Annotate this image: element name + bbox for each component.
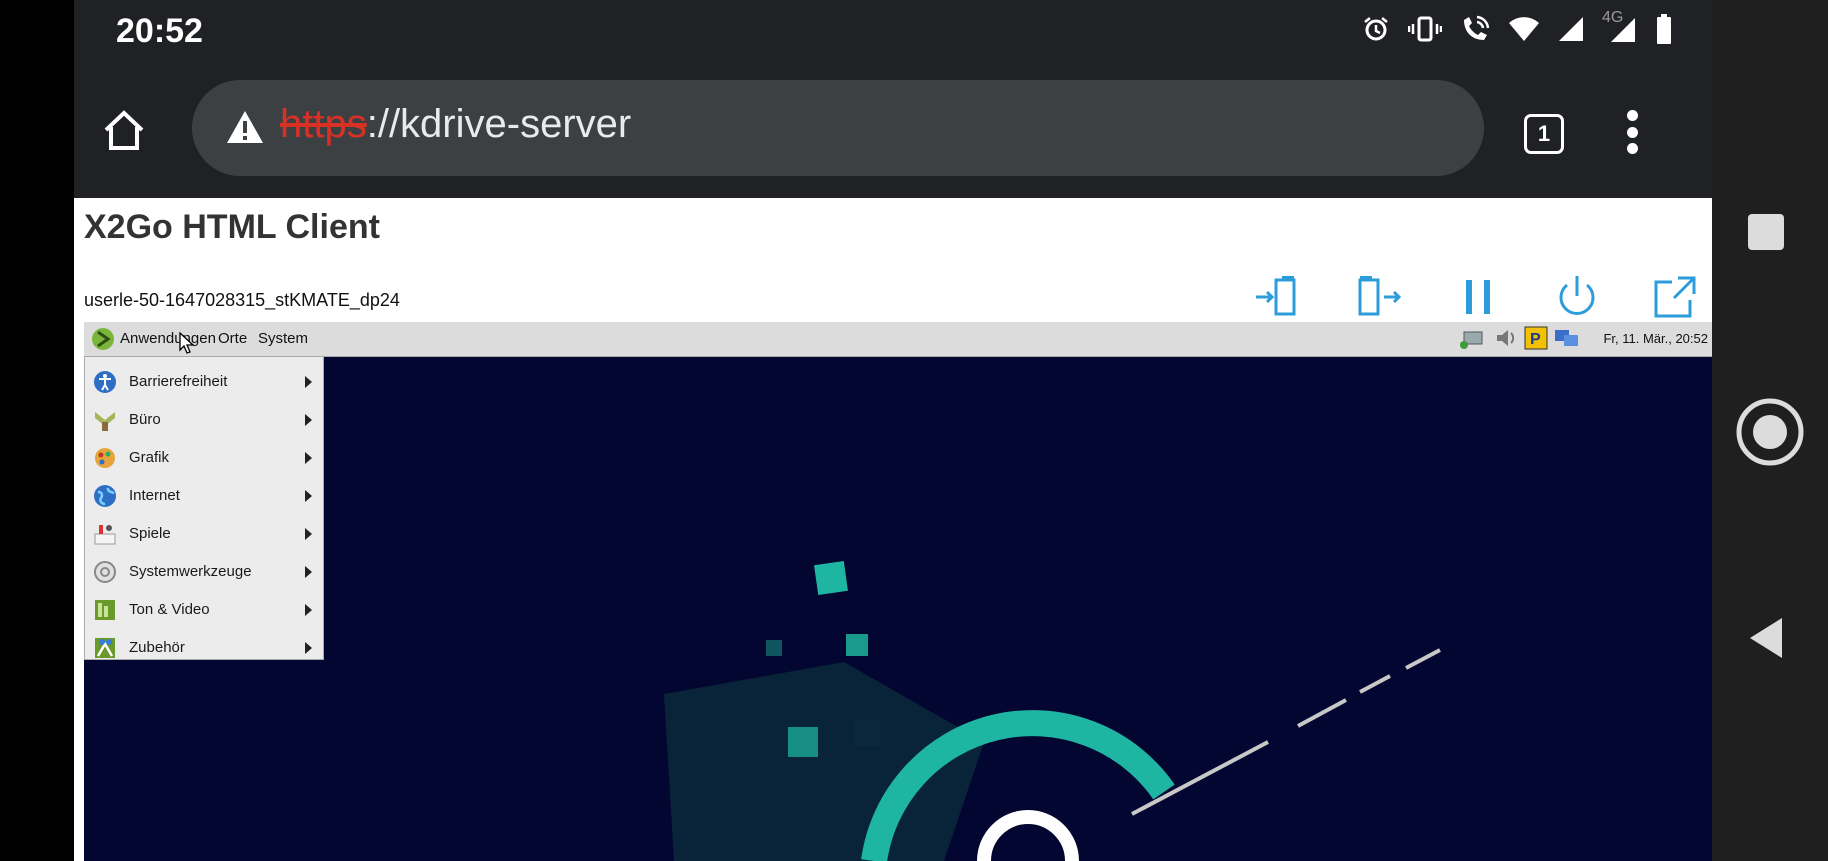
left-black-edge [0, 0, 74, 861]
office-icon [95, 412, 115, 431]
import-icon[interactable] [1254, 272, 1304, 322]
network-tray-icon[interactable] [1458, 326, 1488, 350]
submenu-arrow-icon [305, 642, 312, 654]
menu-item-internet[interactable]: Internet [85, 477, 323, 515]
menu-item-label: Spiele [129, 525, 171, 542]
system-tools-icon [94, 561, 116, 583]
wifi-icon [1509, 17, 1539, 41]
status-time: 20:52 [116, 12, 203, 50]
submenu-arrow-icon [305, 604, 312, 616]
accessories-icon [95, 638, 115, 658]
alarm-icon [1364, 17, 1388, 41]
url-text[interactable]: https://kdrive-server [280, 102, 631, 147]
submenu-arrow-icon [305, 566, 312, 578]
sound-video-icon [95, 600, 115, 620]
menu-item-label: Büro [129, 411, 161, 428]
tab-switcher-icon[interactable]: 1 [1524, 114, 1564, 154]
submenu-arrow-icon [305, 376, 312, 388]
submenu-arrow-icon [305, 452, 312, 464]
status-icons: 4G [1362, 9, 1672, 44]
submenu-arrow-icon [305, 528, 312, 540]
pause-icon[interactable] [1454, 272, 1504, 322]
applications-menu: Barrierefreiheit Büro Grafik Internet Sp… [84, 356, 324, 660]
home-circle-icon[interactable] [1734, 396, 1806, 468]
top-panel: Anwendungen Orte System P Fr, 11. Mär., … [84, 322, 1712, 357]
export-icon[interactable] [1354, 272, 1404, 322]
graphics-icon [95, 448, 115, 468]
menu-item-sound-video[interactable]: Ton & Video [85, 591, 323, 629]
overflow-menu-icon[interactable] [1626, 110, 1638, 154]
web-content: X2Go HTML Client userle-50-1647028315_st… [74, 198, 1712, 861]
menu-item-system-tools[interactable]: Systemwerkzeuge [85, 553, 323, 591]
tray: P [1458, 326, 1580, 350]
panel-menu-places[interactable]: Orte [218, 330, 247, 347]
wallpaper [84, 322, 1712, 861]
signal-4g-icon: 4G [1602, 9, 1638, 43]
warning-icon[interactable] [226, 110, 264, 144]
menu-item-accessories[interactable]: Zubehör [85, 629, 323, 667]
signal-icon [1559, 17, 1583, 41]
games-icon [94, 525, 116, 545]
open-external-icon[interactable] [1650, 272, 1700, 322]
url-host: ://kdrive-server [366, 102, 632, 146]
display-tray-icon[interactable] [1554, 326, 1580, 350]
phone-screen: 20:52 4G https://kdrive-server 1 X2Go HT… [74, 0, 1712, 861]
session-id: userle-50-1647028315_stKMATE_dp24 [84, 290, 400, 310]
address-bar[interactable]: https://kdrive-server [192, 80, 1484, 176]
svg-text:P: P [1530, 331, 1541, 348]
submenu-arrow-icon [305, 414, 312, 426]
menu-item-label: Ton & Video [129, 601, 210, 618]
globe-icon [94, 485, 116, 507]
vibrate-icon [1408, 16, 1442, 42]
menu-item-label: Systemwerkzeuge [129, 563, 252, 580]
panel-clock[interactable]: Fr, 11. Mär., 20:52 [1603, 331, 1708, 346]
mate-logo-icon[interactable] [90, 326, 116, 352]
menu-item-label: Zubehör [129, 639, 185, 656]
panel-menu-system[interactable]: System [258, 330, 308, 347]
recents-icon[interactable] [1746, 212, 1786, 252]
page-title: X2Go HTML Client [84, 208, 380, 246]
menu-item-office[interactable]: Büro [85, 401, 323, 439]
menu-item-label: Barrierefreiheit [129, 373, 228, 390]
battery-icon [1657, 14, 1671, 44]
android-nav-bar [1712, 0, 1828, 861]
mouse-cursor-icon [179, 332, 195, 354]
power-icon[interactable] [1552, 272, 1602, 322]
back-icon[interactable] [1746, 616, 1786, 660]
wifi-call-icon [1464, 15, 1490, 40]
home-icon[interactable] [102, 108, 146, 152]
menu-item-accessibility[interactable]: Barrierefreiheit [85, 363, 323, 401]
submenu-arrow-icon [305, 490, 312, 502]
remote-desktop[interactable]: Anwendungen Orte System P Fr, 11. Mär., … [84, 322, 1712, 861]
volume-tray-icon[interactable] [1494, 326, 1518, 350]
panel-menu-applications[interactable]: Anwendungen [120, 330, 216, 347]
accessibility-icon [94, 371, 116, 393]
menu-item-label: Internet [129, 487, 180, 504]
parking-tray-icon[interactable]: P [1524, 326, 1548, 350]
url-scheme: https [280, 102, 367, 146]
menu-item-graphics[interactable]: Grafik [85, 439, 323, 477]
menu-item-label: Grafik [129, 449, 170, 466]
menu-item-games[interactable]: Spiele [85, 515, 323, 553]
